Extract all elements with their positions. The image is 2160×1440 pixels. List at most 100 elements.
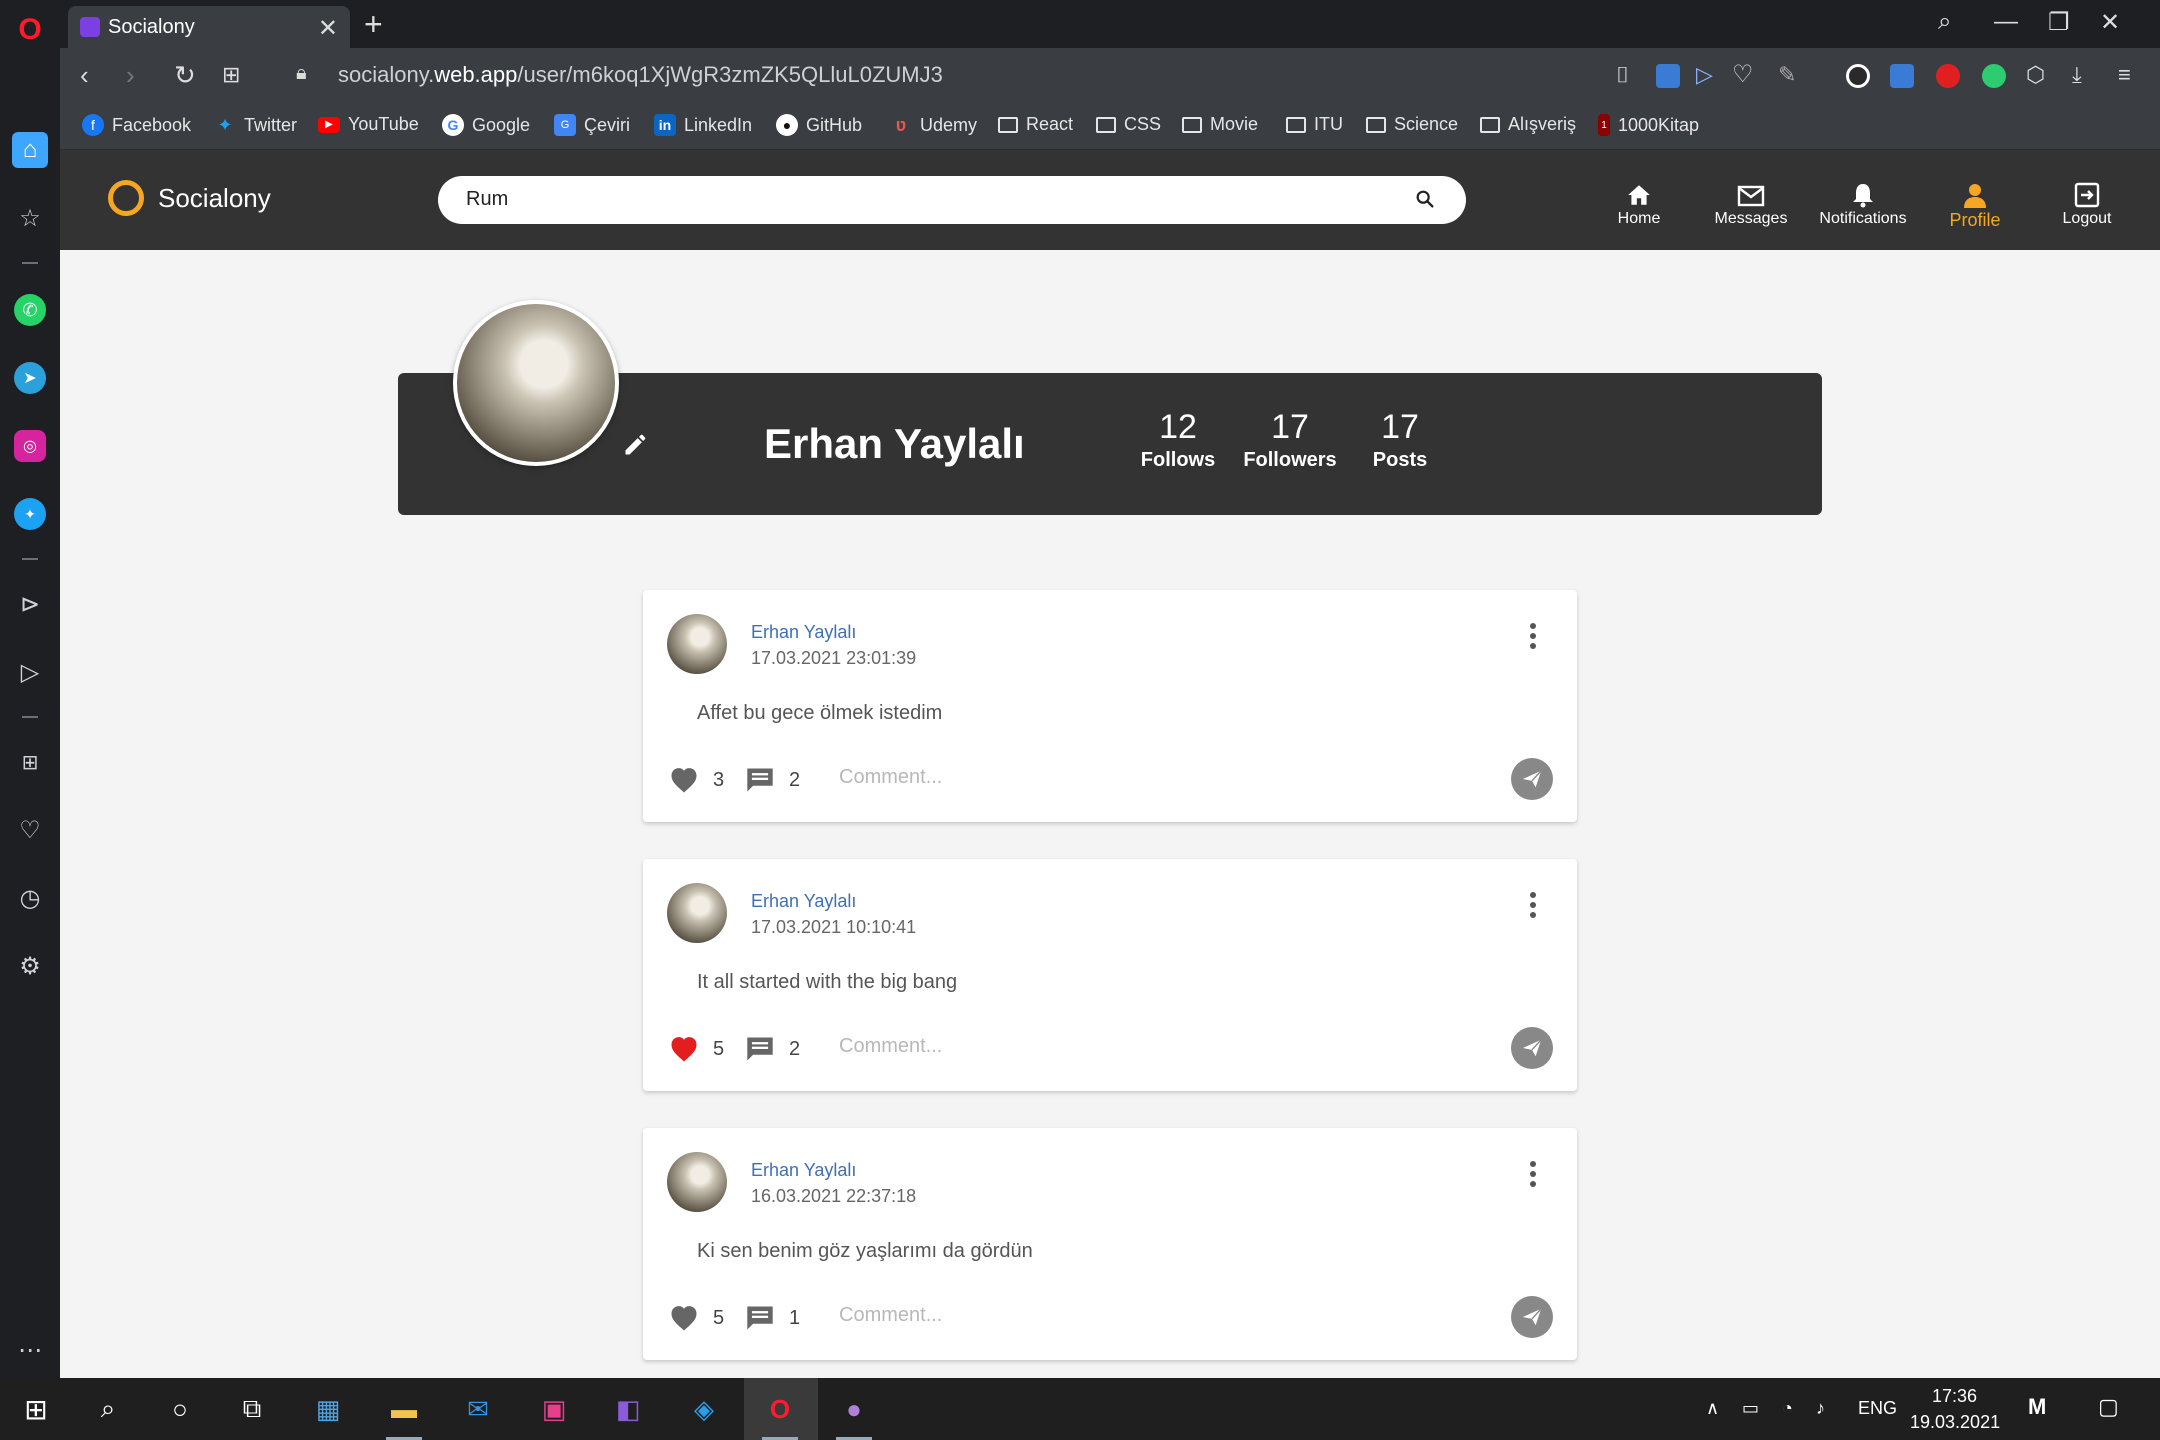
telegram-icon[interactable]: ➤ (14, 362, 46, 394)
cube-extension-icon[interactable]: ⬡ (2026, 62, 2045, 88)
bookmark-1000kitap[interactable]: 1 1000Kitap (1598, 114, 1699, 136)
more-vert-icon[interactable] (1529, 1160, 1537, 1188)
history-clock-icon[interactable]: ◷ (14, 882, 46, 914)
bookmark-facebook[interactable]: f Facebook (82, 114, 191, 136)
bookmark-google[interactable]: G Google (442, 114, 530, 136)
search-icon[interactable] (1414, 188, 1436, 210)
post-author[interactable]: Erhan Yaylalı (751, 1160, 856, 1181)
brand[interactable]: Socialony (108, 180, 271, 216)
settings-gear-icon[interactable]: ⚙ (14, 950, 46, 982)
my-flow-icon[interactable]: ▷ (14, 656, 46, 688)
easy-setup-icon[interactable]: ≡ (2118, 62, 2131, 88)
bookmark-folder-movie[interactable]: Movie (1182, 114, 1258, 135)
task-view-icon[interactable]: ⧉ (228, 1388, 276, 1430)
bookmark-udemy[interactable]: ʋ Udemy (890, 114, 977, 136)
whatsapp-icon[interactable]: ✆ (14, 294, 46, 326)
comment-input[interactable] (839, 1304, 1459, 1327)
search-tabs-icon[interactable]: ⌕ (1938, 8, 1951, 36)
stat-follows[interactable]: 12 Follows (1138, 408, 1218, 472)
search-taskbar-icon[interactable]: ⌕ (84, 1388, 132, 1430)
bookmark-github[interactable]: ● GitHub (776, 114, 862, 136)
search-input[interactable] (466, 188, 1366, 211)
post-author[interactable]: Erhan Yaylalı (751, 622, 856, 643)
forward-icon[interactable]: › (126, 60, 135, 91)
nav-messages[interactable]: Messages (1696, 180, 1806, 228)
action-center-icon[interactable]: ▢ (2098, 1394, 2119, 1420)
bookmark-linkedin[interactable]: in LinkedIn (654, 114, 752, 136)
github-desktop-icon[interactable]: ● (830, 1388, 878, 1440)
pen-extension-icon[interactable]: ✎ (1778, 62, 1796, 88)
stat-followers[interactable]: 17 Followers (1240, 408, 1340, 472)
heart-icon[interactable] (669, 1035, 699, 1063)
post-avatar[interactable] (667, 1152, 727, 1212)
player-icon[interactable]: ⊳ (14, 588, 46, 620)
close-tab-icon[interactable]: ✕ (318, 14, 338, 43)
snapshot-camera-icon[interactable]: ⌷ (1616, 62, 1629, 88)
more-vert-icon[interactable] (1529, 622, 1537, 650)
post-avatar[interactable] (667, 883, 727, 943)
reload-icon[interactable]: ↻ (174, 60, 196, 91)
bookmark-folder-alisveris[interactable]: Alışveriş (1480, 114, 1576, 135)
url-field[interactable]: socialony.web.app/user/m6koq1XjWgR3zmZK5… (338, 62, 943, 88)
nav-profile[interactable]: Profile (1920, 180, 2030, 231)
nav-notifications[interactable]: Notifications (1808, 180, 1918, 228)
minimize-icon[interactable]: — (1994, 8, 2018, 36)
tray-chevron-icon[interactable]: ∧ (1706, 1398, 1719, 1419)
nav-logout[interactable]: Logout (2032, 180, 2142, 228)
speed-extension-icon[interactable] (1846, 64, 1870, 88)
speed-dial-grid-icon[interactable]: ⊞ (222, 62, 240, 88)
language-indicator[interactable]: ENG (1858, 1398, 1897, 1419)
instagram-icon[interactable]: ◎ (14, 430, 46, 462)
download-icon[interactable]: ⤓ (2072, 62, 2082, 88)
bookmark-folder-react[interactable]: React (998, 114, 1073, 135)
bookmark-ceviri[interactable]: G Çeviri (554, 114, 630, 136)
green-extension-icon[interactable] (1982, 64, 2006, 88)
post-author[interactable]: Erhan Yaylalı (751, 891, 856, 912)
file-explorer-icon[interactable]: ▬ (380, 1388, 428, 1440)
control-panel-icon[interactable]: ▦ (304, 1388, 352, 1430)
screen-extension-icon[interactable] (1890, 64, 1914, 88)
restore-icon[interactable]: ❐ (2048, 8, 2070, 37)
opera-taskbar-icon[interactable]: O (756, 1388, 804, 1440)
tab-socialony[interactable]: Socialony ✕ (68, 6, 350, 48)
comment-icon[interactable] (745, 1035, 775, 1063)
shield-extension-icon[interactable] (1656, 64, 1680, 88)
bookmark-youtube[interactable]: ▶ YouTube (318, 114, 419, 135)
adblock-extension-icon[interactable] (1936, 64, 1960, 88)
heart-bookmark-icon[interactable]: ♡ (1732, 60, 1754, 89)
send-comment-button[interactable] (1511, 1027, 1553, 1069)
edit-pencil-icon[interactable] (622, 430, 650, 458)
twitter-sidebar-icon[interactable]: ✦ (14, 498, 46, 530)
stat-posts[interactable]: 17 Posts (1366, 408, 1434, 472)
comment-input[interactable] (839, 766, 1459, 789)
send-flow-icon[interactable]: ▷ (1696, 62, 1713, 88)
nav-home[interactable]: Home (1584, 180, 1694, 228)
send-comment-button[interactable] (1511, 1296, 1553, 1338)
new-tab-plus-icon[interactable]: + (364, 6, 383, 43)
bookmarks-star-icon[interactable]: ☆ (14, 202, 46, 234)
clock-time[interactable]: 17:36 (1932, 1386, 1977, 1407)
heart-icon[interactable]: ♡ (14, 814, 46, 846)
windows-start-icon[interactable]: ⊞ (12, 1388, 60, 1430)
close-window-icon[interactable]: ✕ (2100, 8, 2120, 37)
volume-icon[interactable]: ♪ (1816, 1398, 1825, 1419)
opera-logo-icon[interactable]: O (14, 13, 46, 46)
more-vert-icon[interactable] (1529, 891, 1537, 919)
heart-icon[interactable] (669, 1304, 699, 1332)
jetbrains-icon[interactable]: ▣ (530, 1388, 578, 1430)
wifi-icon[interactable]: ◔ (1782, 1398, 1793, 1419)
heart-icon[interactable] (669, 766, 699, 794)
speed-dial-home-icon[interactable]: ⌂ (12, 132, 48, 168)
vscode-icon[interactable]: ◈ (680, 1388, 728, 1430)
clock-date[interactable]: 19.03.2021 (1910, 1412, 2000, 1433)
cortana-icon[interactable]: ○ (156, 1388, 204, 1430)
comment-icon[interactable] (745, 766, 775, 794)
bookmark-twitter[interactable]: ✦ Twitter (214, 114, 297, 136)
back-icon[interactable]: ‹ (80, 60, 89, 91)
app-tray-icon[interactable]: M (2028, 1394, 2046, 1420)
bookmark-folder-science[interactable]: Science (1366, 114, 1458, 135)
bookmark-folder-itu[interactable]: ITU (1286, 114, 1343, 135)
send-comment-button[interactable] (1511, 758, 1553, 800)
battery-icon[interactable]: ▭ (1742, 1398, 1759, 1419)
post-avatar[interactable] (667, 614, 727, 674)
